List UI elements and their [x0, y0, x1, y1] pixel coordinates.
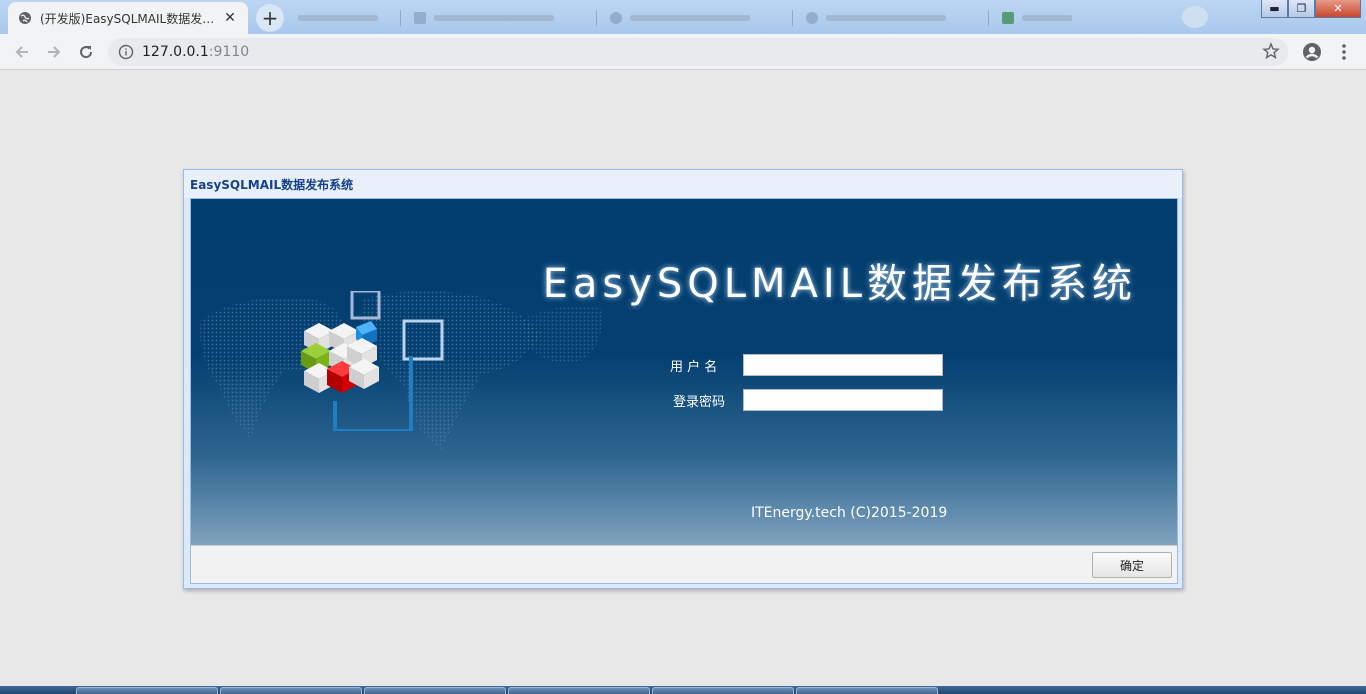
page-icon [610, 12, 622, 24]
page-icon [806, 12, 818, 24]
taskbar-item[interactable] [76, 687, 218, 694]
reload-button[interactable] [74, 40, 98, 64]
page-icon [414, 12, 426, 24]
login-form: EasySQLMAIL数据发布系统 用 户 名 登录密码 ITEnergy.te… [190, 198, 1178, 584]
globe-icon [18, 11, 32, 25]
confirm-button[interactable]: 确定 [1092, 552, 1172, 578]
password-input[interactable] [743, 389, 943, 411]
new-tab-button[interactable]: + [256, 4, 284, 32]
url-host: 127.0.0.1 [142, 44, 209, 60]
reload-icon [80, 46, 93, 59]
address-bar[interactable]: 127.0.0.1:9110 [108, 38, 1288, 66]
window-controls: ▬ ❐ ✕ [1261, 0, 1361, 18]
menu-kebab-icon[interactable] [1332, 40, 1356, 64]
browser-tab-background[interactable] [600, 2, 790, 34]
blurred-tab-title [298, 15, 378, 21]
taskbar-item[interactable] [796, 687, 938, 694]
tab-close-icon[interactable]: ✕ [222, 10, 238, 26]
window-footer: 确定 [191, 545, 1177, 583]
taskbar-item[interactable] [364, 687, 506, 694]
maximize-button[interactable]: ❐ [1288, 0, 1315, 18]
forward-arrow-icon [48, 46, 61, 58]
window-title: EasySQLMAIL数据发布系统 [184, 170, 1182, 198]
url-port: :9110 [208, 44, 250, 60]
browser-toolbar: 127.0.0.1:9110 [0, 34, 1366, 70]
back-button[interactable] [10, 40, 34, 64]
blurred-tab-title [630, 15, 750, 21]
username-input[interactable] [743, 354, 943, 376]
info-icon[interactable] [118, 44, 134, 60]
back-arrow-icon [15, 46, 28, 58]
cube-logo-icon [301, 291, 444, 431]
copyright-text: ITEnergy.tech (C)2015-2019 [751, 505, 948, 521]
taskbar-item[interactable] [508, 687, 650, 694]
forward-button[interactable] [42, 40, 66, 64]
password-label: 登录密码 [673, 395, 726, 410]
blurred-tab-title [826, 15, 946, 21]
browser-tab-strip: (开发版)EasySQLMAIL数据发布系统 ✕ + ▬ ❐ ✕ [0, 0, 1366, 34]
login-window: EasySQLMAIL数据发布系统 EasySQLMAIL数据发布系统 用 户 … [183, 169, 1183, 589]
os-taskbar [0, 686, 1366, 694]
taskbar-item[interactable] [652, 687, 794, 694]
username-label: 用 户 名 [670, 360, 718, 375]
browser-tab-background[interactable] [288, 2, 398, 34]
banner-title: EasySQLMAIL数据发布系统 [542, 261, 1137, 307]
browser-tab-background[interactable] [404, 2, 594, 34]
minimize-button[interactable]: ▬ [1261, 0, 1288, 18]
browser-tab-active[interactable]: (开发版)EasySQLMAIL数据发布系统 ✕ [8, 2, 248, 34]
login-banner: EasySQLMAIL数据发布系统 用 户 名 登录密码 ITEnergy.te… [191, 199, 1177, 545]
bookmark-star-icon[interactable] [1262, 42, 1280, 64]
tab-title: (开发版)EasySQLMAIL数据发布系统 [40, 11, 222, 26]
taskbar-item[interactable] [220, 687, 362, 694]
browser-tab-background[interactable] [796, 2, 986, 34]
page-icon [1002, 12, 1014, 24]
blurred-tab-title [434, 15, 554, 21]
blurred-tab-title [1022, 15, 1072, 21]
browser-tab-background[interactable] [992, 2, 1172, 34]
profile-icon[interactable] [1182, 6, 1208, 28]
account-icon[interactable] [1300, 40, 1324, 64]
window-close-button[interactable]: ✕ [1315, 0, 1361, 18]
